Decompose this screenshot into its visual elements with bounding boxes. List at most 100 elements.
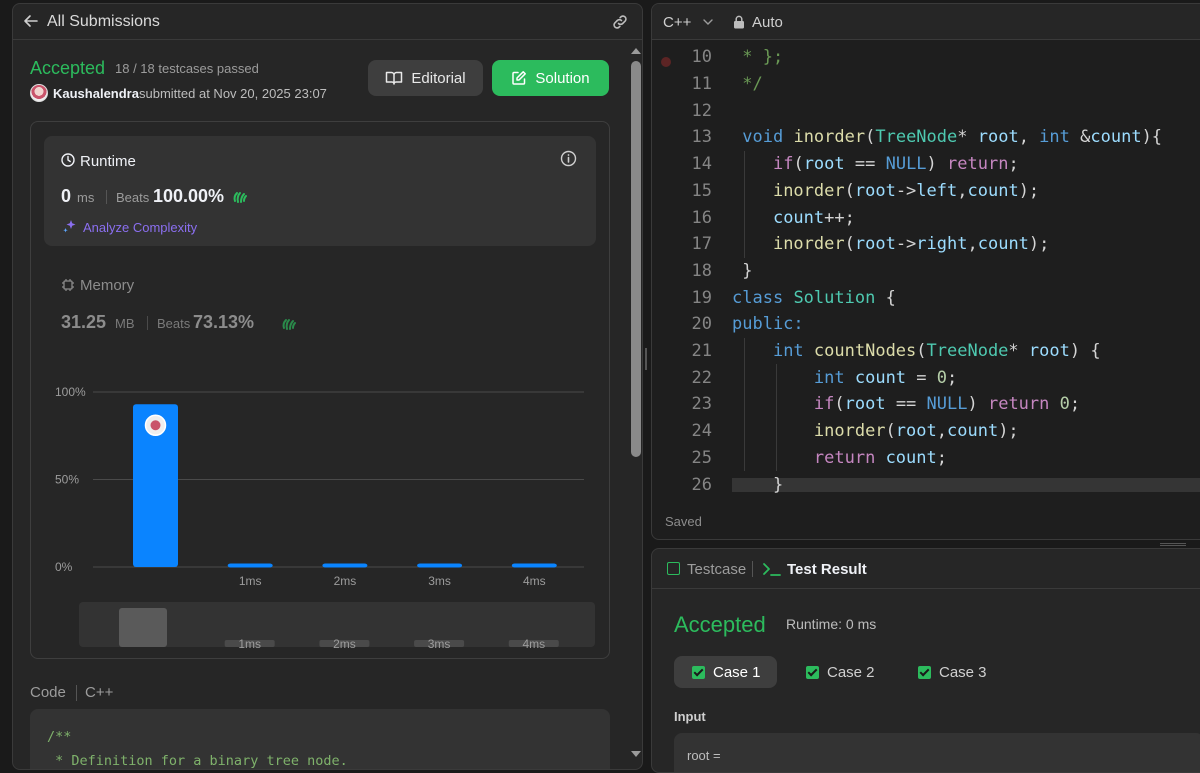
code-line[interactable]: 13 void inorder(TreeNode* root, int &cou… — [652, 124, 1200, 151]
divider — [752, 561, 753, 577]
performance-card: Runtime 0 ms Beats 100.00% Analyze Compl… — [30, 121, 610, 659]
line-number: 16 — [691, 207, 712, 228]
code-editor[interactable]: 10 * }; 11 */12 13 void inorder(TreeNode* … — [652, 47, 1200, 495]
chip-icon — [62, 279, 74, 291]
indent-guide — [744, 150, 745, 258]
line-number: 25 — [691, 447, 712, 468]
code-line[interactable]: 23 if(root == NULL) return 0; — [652, 391, 1200, 418]
code-line[interactable]: 16 count++; — [652, 204, 1200, 231]
chevron-down-icon[interactable] — [703, 18, 713, 26]
waving-hands-icon — [233, 192, 247, 203]
line-number: 20 — [691, 314, 712, 335]
line-number: 14 — [691, 154, 712, 175]
code-line[interactable]: 25 return count; — [652, 445, 1200, 472]
memory-beats-value: 73.13% — [193, 312, 255, 332]
code-preview-line: * Definition for a binary tree node. — [47, 753, 348, 769]
checkbox-icon — [667, 562, 680, 575]
code-line[interactable]: 19 class Solution { — [652, 284, 1200, 311]
runtime-beats-value: 100.00% — [153, 186, 225, 206]
chart-bar[interactable] — [227, 563, 273, 568]
info-icon[interactable] — [560, 150, 577, 167]
code-preview-line: /** — [47, 729, 72, 745]
code-line[interactable]: 15 inorder(root->left,count); — [652, 178, 1200, 205]
waving-hands-icon — [282, 319, 296, 330]
code-text: inorder(root->left,count); — [772, 180, 1040, 201]
chart-bar[interactable] — [511, 563, 557, 568]
case-2-tab[interactable]: Case 2 — [788, 656, 891, 688]
editorial-button[interactable]: Editorial — [368, 60, 483, 96]
minimap-tick-label: 1ms — [238, 637, 261, 651]
code-text: public: — [732, 314, 804, 335]
case-1-tab[interactable]: Case 1 — [674, 656, 777, 688]
auto-mode-toggle[interactable]: Auto — [752, 14, 783, 31]
vertical-resize-handle[interactable] — [1160, 543, 1186, 546]
memory-label[interactable]: Memory — [80, 277, 134, 294]
submitter-name[interactable]: Kaushalendra — [53, 86, 139, 101]
memory-unit: MB — [115, 316, 135, 331]
indent-guide — [744, 337, 745, 472]
all-submissions-link[interactable]: All Submissions — [47, 13, 160, 31]
input-value-box[interactable]: root = — [674, 733, 1200, 772]
y-tick-label: 50% — [55, 473, 79, 487]
chart-bar[interactable] — [417, 563, 463, 568]
code-line[interactable]: 11 */ — [652, 71, 1200, 98]
code-text: inorder(root,count); — [813, 421, 1019, 442]
code-line[interactable]: 12 — [652, 97, 1200, 124]
line-number: 21 — [691, 341, 712, 362]
indent-guide — [776, 364, 777, 472]
code-line[interactable]: 17 inorder(root->right,count); — [652, 231, 1200, 258]
line-number: 19 — [691, 287, 712, 308]
arrow-left-icon[interactable] — [22, 12, 40, 30]
language-select[interactable]: C++ — [663, 14, 691, 31]
code-text: int count = 0; — [813, 367, 958, 388]
line-number: 17 — [691, 234, 712, 255]
code-line[interactable]: 14 if(root == NULL) return; — [652, 151, 1200, 178]
y-tick-label: 0% — [55, 560, 73, 574]
chart-bar[interactable] — [322, 563, 368, 568]
code-text: int countNodes(TreeNode* root) { — [772, 341, 1101, 362]
code-line[interactable]: 20 public: — [652, 311, 1200, 338]
runtime-section[interactable]: Runtime 0 ms Beats 100.00% Analyze Compl… — [44, 136, 596, 246]
code-line[interactable]: 24 inorder(root,count); — [652, 418, 1200, 445]
case-3-tab[interactable]: Case 3 — [900, 656, 1003, 688]
y-tick-label: 100% — [55, 385, 86, 399]
clock-icon — [61, 153, 75, 167]
code-line[interactable]: 10 * }; — [652, 44, 1200, 71]
scroll-up-arrow-icon[interactable] — [631, 48, 641, 54]
code-text: inorder(root->right,count); — [772, 234, 1050, 255]
code-text: * }; — [732, 47, 784, 68]
case-label: Case 3 — [939, 663, 987, 681]
result-tabs: Testcase Test Result — [652, 549, 1200, 589]
sparkle-icon — [63, 220, 76, 233]
check-icon — [918, 665, 931, 679]
terminal-icon — [763, 563, 781, 576]
scrollbar-thumb[interactable] — [631, 61, 641, 457]
tab-testcase[interactable]: Testcase — [687, 561, 746, 578]
analyze-complexity-link[interactable]: Analyze Complexity — [83, 220, 197, 235]
runtime-value: 0 — [61, 186, 72, 206]
submitted-code[interactable]: /** * Definition for a binary tree node. — [30, 709, 610, 769]
runtime-unit: ms — [77, 190, 95, 205]
panel-resize-handle[interactable] — [645, 348, 647, 370]
code-line[interactable]: 22 int count = 0; — [652, 364, 1200, 391]
code-editor-panel: C++ Auto 10 * }; 11 */12 13 void inorder(T… — [651, 3, 1200, 540]
avatar[interactable] — [30, 84, 48, 102]
code-label: Code — [30, 684, 66, 701]
book-icon — [386, 71, 403, 85]
link-icon[interactable] — [610, 12, 630, 32]
minimap-tick-label: 2ms — [333, 637, 356, 651]
solution-label: Solution — [535, 69, 590, 87]
code-line[interactable]: 18 } — [652, 258, 1200, 285]
solution-button[interactable]: Solution — [492, 60, 609, 96]
tab-test-result[interactable]: Test Result — [787, 561, 867, 578]
line-number: 23 — [691, 394, 712, 415]
code-text: void inorder(TreeNode* root, int &count)… — [742, 127, 1163, 148]
code-line[interactable]: 21 int countNodes(TreeNode* root) { — [652, 338, 1200, 365]
edit-icon — [512, 71, 527, 85]
code-text: */ — [732, 74, 763, 95]
submission-status: Accepted — [30, 58, 106, 78]
case-label: Case 1 — [713, 663, 761, 681]
code-text: } — [732, 474, 784, 495]
scroll-down-arrow-icon[interactable] — [631, 751, 641, 757]
code-line[interactable]: 26 } — [652, 471, 1200, 498]
